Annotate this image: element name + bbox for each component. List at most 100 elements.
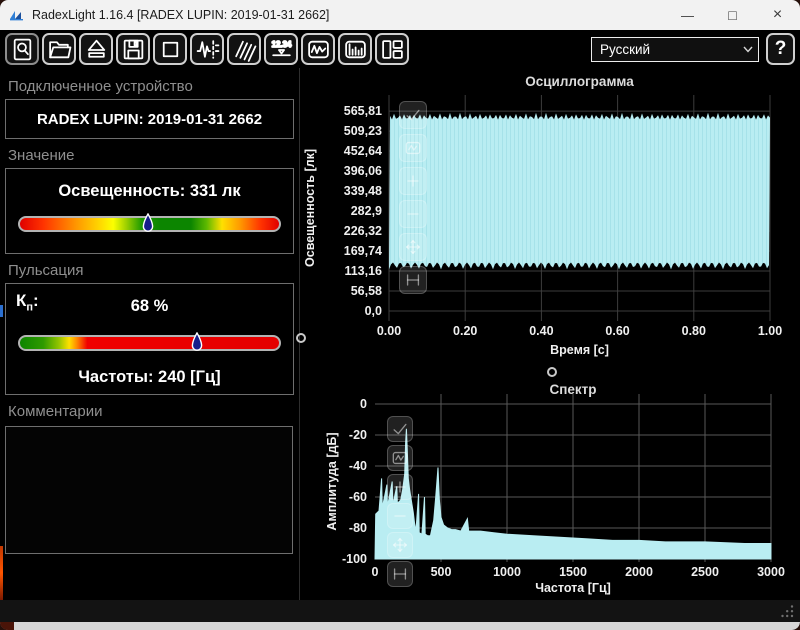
spectrum-chart[interactable]: Спектр0-20-40-60-80-10005001000150020002… <box>300 380 799 600</box>
minimize-button[interactable]: — <box>665 0 710 30</box>
y-tick-label: -20 <box>349 428 367 442</box>
layout-panels-icon <box>380 37 405 62</box>
x-tick-label: 3000 <box>757 565 785 579</box>
oscillogram-tool-overlay <box>399 101 427 294</box>
x-tick-label: 2000 <box>625 565 653 579</box>
numeric-display-button[interactable]: 12.34 <box>264 33 298 65</box>
curve-icon <box>390 448 410 468</box>
x-tick-label: 1000 <box>493 565 521 579</box>
numeric-display-icon: 12.34 <box>269 37 294 62</box>
illuminance-marker-icon <box>142 213 154 235</box>
fit-width-icon <box>390 564 410 584</box>
y-tick-label: 565,81 <box>344 104 382 118</box>
open-folder-button[interactable] <box>42 33 76 65</box>
x-tick-label: 0 <box>372 565 379 579</box>
stop-button[interactable] <box>153 33 187 65</box>
x-tick-label: 1500 <box>559 565 587 579</box>
y-tick-label: 169,74 <box>344 244 382 258</box>
zoom-in-tool-button[interactable] <box>399 167 427 195</box>
waveform-area <box>389 113 770 270</box>
close-button[interactable]: × <box>755 0 800 30</box>
pulsation-scale <box>18 335 281 351</box>
open-folder-icon <box>47 37 72 62</box>
toolbar-buttons: 12.34 <box>5 33 412 65</box>
zoom-in-icon <box>390 477 410 497</box>
spectrum-view-icon <box>343 37 368 62</box>
pan-tool-button[interactable] <box>387 532 413 558</box>
hatch-stripes-icon <box>232 37 257 62</box>
spectrum-view-button[interactable] <box>338 33 372 65</box>
curve-tool-button[interactable] <box>387 445 413 471</box>
save-button[interactable] <box>116 33 150 65</box>
charts-pane: Осциллограмма565,81509,23452,64396,06339… <box>300 68 800 600</box>
spectrum-tool-overlay <box>387 416 413 587</box>
toolbar: 12.34 Русский ? <box>0 30 800 68</box>
frequency-reading: Частоты: 240 [Гц] <box>6 368 293 387</box>
pulsation-gradient-bar <box>18 335 281 351</box>
app-window: RadexLight 1.16.4 [RADEX LUPIN: 2019-01-… <box>0 0 800 630</box>
oscillogram-view-button[interactable] <box>301 33 335 65</box>
checkbox-icon <box>403 105 423 125</box>
pan-icon <box>403 237 423 257</box>
pulsation-section-header: Пульсация <box>0 254 299 283</box>
device-section-header: Подключенное устройство <box>0 70 299 99</box>
fit-width-tool-button[interactable] <box>399 266 427 294</box>
zoom-out-tool-button[interactable] <box>399 200 427 228</box>
save-icon <box>121 37 146 62</box>
y-tick-label: 56,58 <box>351 284 382 298</box>
curve-icon <box>403 138 423 158</box>
y-tick-label: -60 <box>349 490 367 504</box>
x-tick-label: 0.20 <box>453 324 477 338</box>
x-tick-label: 0.80 <box>682 324 706 338</box>
y-tick-label: 0,0 <box>365 304 382 318</box>
zoom-in-tool-button[interactable] <box>387 474 413 500</box>
window-controls: — □ × <box>665 0 800 30</box>
zoom-out-icon <box>390 506 410 526</box>
checkbox-tool-button[interactable] <box>387 416 413 442</box>
y-tick-label: 226,32 <box>344 224 382 238</box>
pan-icon <box>390 535 410 555</box>
pulsation-box: Кп: 68 % Частоты: 240 [Гц] <box>5 283 294 395</box>
vertical-splitter-handle[interactable] <box>296 333 306 343</box>
fit-width-icon <box>403 270 423 290</box>
x-tick-label: 0.00 <box>377 324 401 338</box>
device-name: RADEX LUPIN: 2019-01-31 2662 <box>37 111 262 128</box>
status-bar <box>0 600 800 622</box>
device-name-box: RADEX LUPIN: 2019-01-31 2662 <box>5 99 294 139</box>
x-tick-label: 0.40 <box>529 324 553 338</box>
horizontal-splitter-handle[interactable] <box>547 367 557 377</box>
zoom-document-button[interactable] <box>5 33 39 65</box>
oscillogram-chart[interactable]: Осциллограмма565,81509,23452,64396,06339… <box>300 68 799 380</box>
layout-panels-button[interactable] <box>375 33 409 65</box>
checkbox-tool-button[interactable] <box>399 101 427 129</box>
zoom-document-icon <box>10 37 35 62</box>
y-axis-label: Освещенность [лк] <box>303 149 317 267</box>
toolbar-right: Русский ? <box>591 33 795 65</box>
signal-trace-button[interactable] <box>190 33 224 65</box>
x-tick-label: 500 <box>431 565 452 579</box>
hatch-stripes-button[interactable] <box>227 33 261 65</box>
x-tick-label: 2500 <box>691 565 719 579</box>
help-button[interactable]: ? <box>766 33 795 65</box>
y-tick-label: 113,16 <box>344 264 382 278</box>
x-axis-label: Время [с] <box>550 343 609 357</box>
illuminance-scale <box>18 216 281 232</box>
comments-textarea[interactable] <box>5 426 293 554</box>
svg-text:12.34: 12.34 <box>271 39 291 48</box>
y-tick-label: 396,06 <box>344 164 382 178</box>
y-tick-label: 339,48 <box>344 184 382 198</box>
fit-width-tool-button[interactable] <box>387 561 413 587</box>
language-dropdown[interactable]: Русский <box>591 37 759 62</box>
eject-icon <box>84 37 109 62</box>
signal-trace-icon <box>195 37 220 62</box>
eject-button[interactable] <box>79 33 113 65</box>
x-tick-label: 0.60 <box>605 324 629 338</box>
checkbox-icon <box>390 419 410 439</box>
resize-grip[interactable] <box>780 604 795 619</box>
curve-tool-button[interactable] <box>399 134 427 162</box>
chevron-down-icon <box>741 42 755 56</box>
pan-tool-button[interactable] <box>399 233 427 261</box>
maximize-button[interactable]: □ <box>710 0 755 30</box>
chart-title: Осциллограмма <box>525 74 634 89</box>
zoom-out-tool-button[interactable] <box>387 503 413 529</box>
